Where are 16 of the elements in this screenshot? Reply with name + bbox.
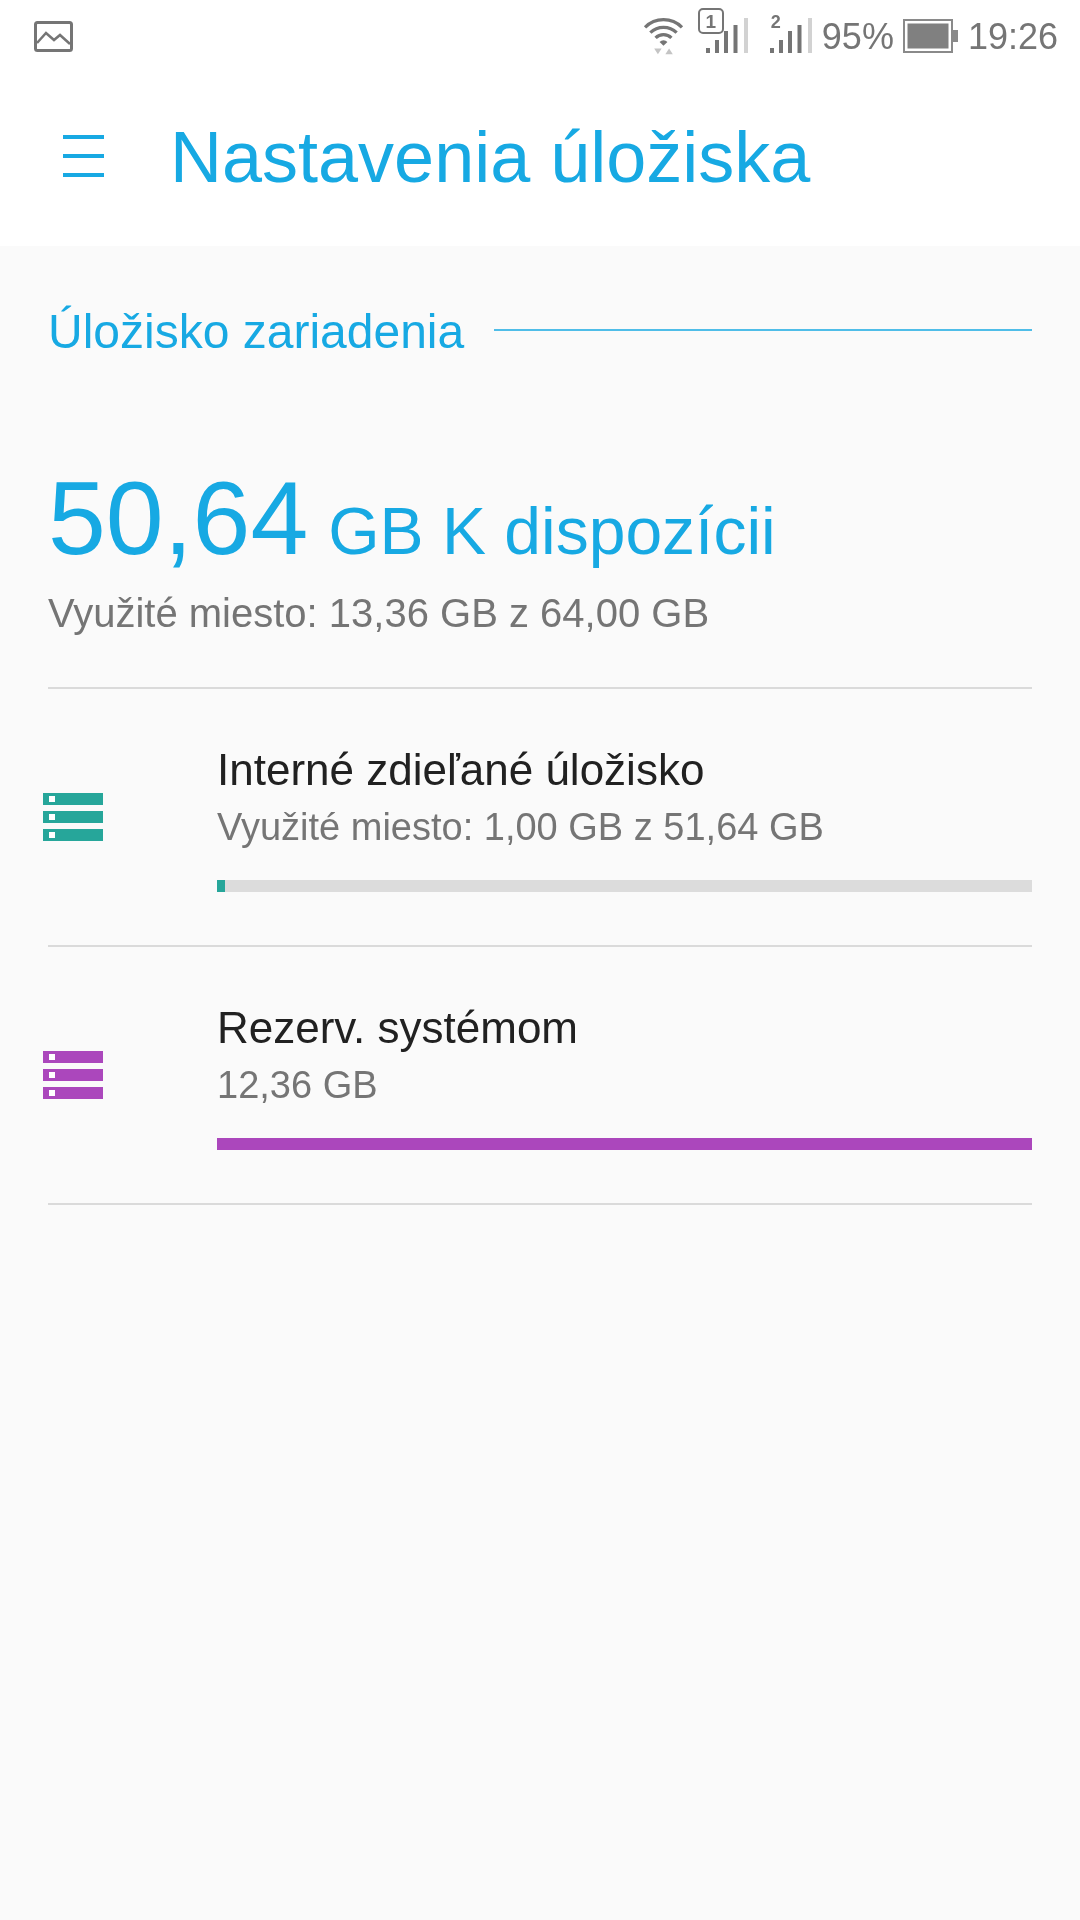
available-amount: 50,64: [48, 466, 309, 570]
image-icon: [34, 21, 73, 52]
wifi-icon: [642, 16, 684, 57]
battery-icon: [902, 19, 958, 53]
sim-number: 1: [697, 8, 724, 34]
storage-subtitle: 12,36 GB: [217, 1063, 378, 1108]
storage-title: Rezerv. systémom: [217, 1002, 579, 1054]
section-title: Úložisko zariadenia: [48, 305, 465, 359]
clock-time: 19:26: [967, 19, 1058, 55]
sim-number: 2: [770, 14, 781, 30]
menu-icon[interactable]: [63, 134, 104, 177]
storage-title: Interné zdieľané úložisko: [217, 744, 705, 796]
battery-percentage: 95%: [821, 19, 894, 55]
used-space-text: Využité miesto: 13,36 GB z 64,00 GB: [48, 590, 710, 637]
storage-subtitle: Využité miesto: 1,00 GB z 51,64 GB: [217, 805, 824, 850]
page-title: Nastavenia úložiska: [170, 116, 811, 199]
